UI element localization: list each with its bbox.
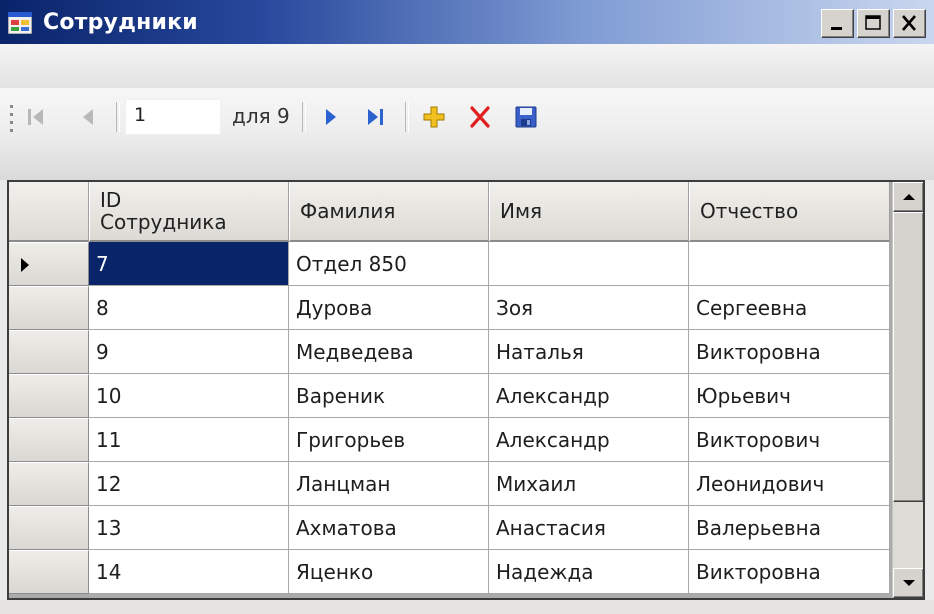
table-cell[interactable]: Медведева — [289, 330, 489, 374]
row-header[interactable] — [9, 242, 89, 286]
grid-header: ID Сотрудника Фамилия Имя Отчество — [9, 182, 892, 244]
column-header-first-name[interactable]: Имя — [489, 182, 689, 242]
table-cell[interactable]: Ланцман — [289, 462, 489, 506]
column-header-label: Отчество — [700, 199, 799, 223]
count-label: для 9 — [232, 104, 290, 128]
toolbar-separator — [116, 102, 120, 132]
toolbar-grip[interactable] — [8, 103, 16, 133]
toolbar-separator — [405, 102, 409, 132]
table-cell[interactable]: Надежда — [489, 550, 689, 594]
table-cell[interactable]: Юрьевич — [689, 374, 890, 418]
table-cell[interactable]: Александр — [489, 418, 689, 462]
row-header[interactable] — [9, 506, 89, 550]
table-row[interactable]: 13 Ахматова Анастасия Валерьевна — [9, 506, 890, 550]
table-cell[interactable] — [489, 242, 689, 286]
maximize-icon — [865, 15, 881, 30]
row-header[interactable] — [9, 418, 89, 462]
column-header-label: Фамилия — [300, 199, 396, 223]
close-button[interactable] — [893, 9, 926, 38]
add-new-button[interactable] — [416, 100, 452, 134]
table-cell[interactable]: Отдел 850 — [289, 242, 489, 286]
scroll-down-button[interactable] — [893, 568, 923, 598]
table-cell[interactable]: Анастасия — [489, 506, 689, 550]
title-bar[interactable]: Сотрудники — [0, 0, 934, 44]
employees-grid[interactable]: ID Сотрудника Фамилия Имя Отчество 7 Отде… — [7, 180, 925, 600]
column-header-label: ID Сотрудника — [100, 188, 227, 234]
scroll-up-button[interactable] — [893, 182, 923, 212]
move-previous-icon — [83, 109, 93, 125]
table-cell[interactable]: Григорьев — [289, 418, 489, 462]
current-row-indicator-icon — [21, 258, 29, 272]
table-cell[interactable]: Леонидович — [689, 462, 890, 506]
table-cell[interactable]: Викторовна — [689, 330, 890, 374]
move-first-icon — [28, 109, 43, 125]
table-cell[interactable]: Валерьевна — [689, 506, 890, 550]
move-first-button[interactable] — [18, 100, 54, 134]
save-button[interactable] — [508, 100, 544, 134]
column-header-id[interactable]: ID Сотрудника — [89, 182, 289, 242]
row-header[interactable] — [9, 330, 89, 374]
table-cell[interactable]: Александр — [489, 374, 689, 418]
table-cell[interactable]: 11 — [89, 418, 289, 462]
column-header-last-name[interactable]: Фамилия — [289, 182, 489, 242]
table-cell[interactable]: Викторовна — [689, 550, 890, 594]
table-row[interactable]: 12 Ланцман Михаил Леонидович — [9, 462, 890, 506]
row-header[interactable] — [9, 286, 89, 330]
table-cell[interactable]: Сергеевна — [689, 286, 890, 330]
delete-button[interactable] — [462, 100, 498, 134]
minimize-icon — [831, 27, 842, 30]
delete-icon — [470, 106, 490, 128]
table-row[interactable]: 7 Отдел 850 — [9, 242, 890, 286]
table-cell[interactable]: 8 — [89, 286, 289, 330]
position-field[interactable]: 1 — [125, 99, 221, 135]
table-cell[interactable]: Михаил — [489, 462, 689, 506]
save-icon — [515, 106, 537, 128]
employees-window: Сотрудники 1 для 9 ID Сотрудника Фамилия… — [0, 0, 934, 614]
scroll-up-arrow-icon — [903, 194, 915, 200]
row-header[interactable] — [9, 550, 89, 594]
table-cell[interactable]: 12 — [89, 462, 289, 506]
table-cell[interactable]: Ахматова — [289, 506, 489, 550]
scroll-down-arrow-icon — [903, 580, 915, 586]
top-panel — [0, 44, 934, 88]
table-cell[interactable]: Вареник — [289, 374, 489, 418]
table-row[interactable]: 14 Яценко Надежда Викторовна — [9, 550, 890, 594]
table-cell[interactable]: Яценко — [289, 550, 489, 594]
table-cell[interactable]: Зоя — [489, 286, 689, 330]
scroll-thumb[interactable] — [893, 212, 923, 502]
table-cell[interactable]: Викторович — [689, 418, 890, 462]
minimize-button[interactable] — [821, 9, 854, 38]
maximize-button[interactable] — [857, 9, 890, 38]
close-icon — [902, 15, 916, 31]
move-previous-button[interactable] — [70, 100, 106, 134]
window-title: Сотрудники — [43, 10, 198, 35]
table-row[interactable]: 9 Медведева Наталья Викторовна — [9, 330, 890, 374]
table-cell[interactable]: 10 — [89, 374, 289, 418]
table-cell[interactable]: 7 — [89, 242, 289, 286]
vertical-scrollbar[interactable] — [892, 182, 923, 598]
caption-buttons — [818, 9, 926, 38]
table-cell[interactable]: 9 — [89, 330, 289, 374]
row-header[interactable] — [9, 462, 89, 506]
move-last-icon — [368, 109, 383, 125]
add-new-icon — [423, 106, 445, 128]
column-header-patronymic[interactable]: Отчество — [689, 182, 890, 242]
move-last-button[interactable] — [358, 100, 394, 134]
table-cell[interactable]: Дурова — [289, 286, 489, 330]
column-header-label: Имя — [500, 199, 543, 223]
table-row[interactable]: 10 Вареник Александр Юрьевич — [9, 374, 890, 418]
table-row[interactable]: 11 Григорьев Александр Викторович — [9, 418, 890, 462]
table-cell[interactable]: 13 — [89, 506, 289, 550]
table-cell[interactable]: Наталья — [489, 330, 689, 374]
row-header[interactable] — [9, 374, 89, 418]
table-cell[interactable]: 14 — [89, 550, 289, 594]
move-next-icon — [326, 109, 336, 125]
table-row[interactable]: 8 Дурова Зоя Сергеевна — [9, 286, 890, 330]
toolbar-separator — [302, 102, 306, 132]
move-next-button[interactable] — [313, 100, 349, 134]
table-cell[interactable] — [689, 242, 890, 286]
window-bottom — [0, 600, 934, 614]
app-icon — [8, 12, 32, 34]
